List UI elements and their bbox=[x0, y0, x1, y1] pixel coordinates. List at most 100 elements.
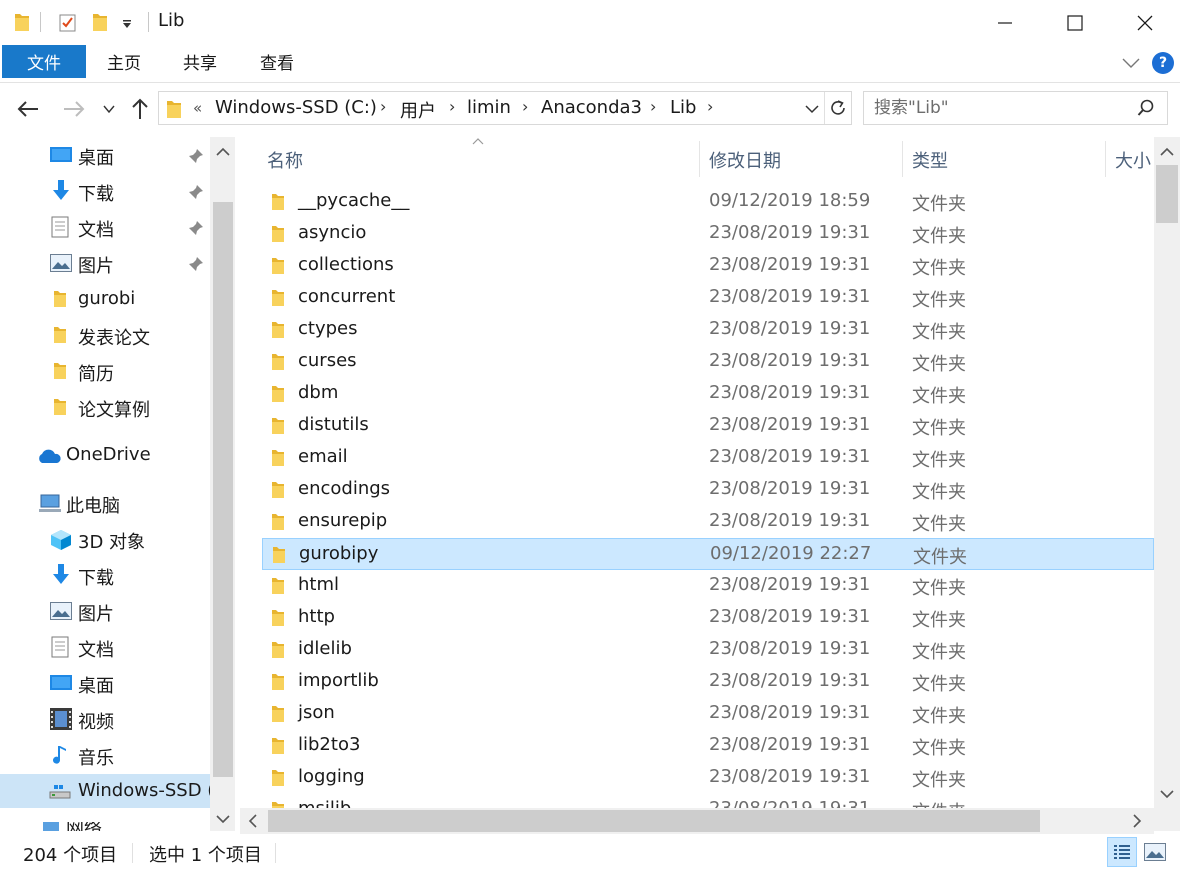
table-row[interactable]: http 23/08/2019 19:31 文件夹 bbox=[262, 602, 1154, 634]
breadcrumb-chevron-icon[interactable]: › bbox=[650, 97, 656, 116]
breadcrumb-users[interactable]: 用户 bbox=[400, 97, 436, 123]
tab-home[interactable]: 主页 bbox=[96, 45, 152, 78]
table-row[interactable]: ctypes 23/08/2019 19:31 文件夹 bbox=[262, 314, 1154, 346]
table-row[interactable]: email 23/08/2019 19:31 文件夹 bbox=[262, 442, 1154, 474]
scroll-down-icon[interactable] bbox=[1160, 789, 1174, 799]
nav-item-music[interactable]: 音乐 bbox=[0, 738, 210, 772]
breadcrumb-chevron-icon[interactable]: › bbox=[707, 97, 713, 116]
nav-item-desktop[interactable]: 桌面 bbox=[0, 138, 210, 172]
nav-item-gurobi[interactable]: gurobi bbox=[0, 282, 210, 316]
column-divider[interactable] bbox=[1105, 141, 1106, 177]
vertical-scroll-thumb[interactable] bbox=[1156, 165, 1178, 223]
column-header-date[interactable]: 修改日期 bbox=[709, 147, 781, 173]
tab-share[interactable]: 共享 bbox=[172, 45, 228, 78]
column-divider[interactable] bbox=[902, 141, 903, 177]
nav-item-3d-objects[interactable]: 3D 对象 bbox=[0, 522, 210, 556]
expand-ribbon-icon[interactable] bbox=[1122, 57, 1140, 69]
nav-scroll-thumb[interactable] bbox=[213, 202, 233, 777]
nav-item-papers[interactable]: 发表论文 bbox=[0, 318, 210, 352]
properties-icon[interactable] bbox=[58, 12, 78, 32]
table-row[interactable]: idlelib 23/08/2019 19:31 文件夹 bbox=[262, 634, 1154, 666]
nav-item-this-pc[interactable]: 此电脑 bbox=[0, 486, 210, 520]
search-input[interactable] bbox=[874, 96, 1124, 120]
file-date: 23/08/2019 19:31 bbox=[709, 510, 871, 531]
new-folder-icon[interactable] bbox=[92, 12, 108, 32]
file-list-horizontal-scrollbar[interactable] bbox=[240, 808, 1154, 834]
column-header-name[interactable]: 名称 bbox=[267, 147, 303, 173]
address-history-icon[interactable] bbox=[805, 104, 819, 114]
forward-icon[interactable] bbox=[62, 99, 86, 119]
nav-item-videos[interactable]: 视频 bbox=[0, 702, 210, 736]
nav-item-resume[interactable]: 简历 bbox=[0, 354, 210, 388]
nav-scrollbar[interactable] bbox=[210, 137, 235, 831]
close-button[interactable] bbox=[1110, 0, 1180, 45]
nav-item-downloads[interactable]: 下载 bbox=[0, 174, 210, 208]
search-icon[interactable] bbox=[1137, 99, 1155, 117]
nav-item-pc-pictures[interactable]: 图片 bbox=[0, 594, 210, 628]
table-row[interactable]: distutils 23/08/2019 19:31 文件夹 bbox=[262, 410, 1154, 442]
table-row[interactable]: collections 23/08/2019 19:31 文件夹 bbox=[262, 250, 1154, 282]
address-bar[interactable]: « Windows-SSD (C:) › 用户 › limin › Anacon… bbox=[158, 91, 852, 125]
breadcrumb-anaconda3[interactable]: Anaconda3 bbox=[541, 97, 642, 118]
folder-icon[interactable] bbox=[14, 12, 30, 32]
ribbon: 文件 主页 共享 查看 ? bbox=[0, 45, 1180, 83]
breadcrumb-limin[interactable]: limin bbox=[467, 97, 511, 118]
recent-locations-icon[interactable] bbox=[103, 104, 115, 114]
refresh-icon[interactable] bbox=[829, 99, 847, 117]
table-row[interactable]: concurrent 23/08/2019 19:31 文件夹 bbox=[262, 282, 1154, 314]
table-row[interactable]: asyncio 23/08/2019 19:31 文件夹 bbox=[262, 218, 1154, 250]
breadcrumb-chevron-icon[interactable]: › bbox=[522, 97, 528, 116]
large-icons-view-button[interactable] bbox=[1140, 837, 1170, 867]
back-icon[interactable] bbox=[16, 99, 40, 119]
table-row[interactable]: curses 23/08/2019 19:31 文件夹 bbox=[262, 346, 1154, 378]
tab-file[interactable]: 文件 bbox=[2, 45, 86, 78]
table-row[interactable]: gurobipy 09/12/2019 22:27 文件夹 bbox=[262, 538, 1154, 570]
table-row[interactable]: ensurepip 23/08/2019 19:31 文件夹 bbox=[262, 506, 1154, 538]
pin-icon[interactable] bbox=[188, 220, 204, 236]
file-list-vertical-scrollbar[interactable] bbox=[1154, 137, 1180, 831]
help-button[interactable]: ? bbox=[1152, 52, 1174, 74]
nav-item-pc-downloads[interactable]: 下载 bbox=[0, 558, 210, 592]
minimize-button[interactable] bbox=[970, 0, 1040, 45]
maximize-button[interactable] bbox=[1040, 0, 1110, 45]
breadcrumb-drive[interactable]: Windows-SSD (C:) bbox=[215, 97, 377, 118]
scroll-up-icon[interactable] bbox=[1160, 147, 1174, 157]
pin-icon[interactable] bbox=[188, 184, 204, 200]
tab-view[interactable]: 查看 bbox=[249, 45, 305, 78]
scroll-left-icon[interactable] bbox=[248, 814, 258, 828]
breadcrumb-chevron-icon[interactable]: › bbox=[449, 97, 455, 116]
column-divider[interactable] bbox=[699, 141, 700, 177]
nav-item-documents[interactable]: 文档 bbox=[0, 210, 210, 244]
customize-toolbar-icon[interactable] bbox=[121, 19, 133, 29]
horizontal-scroll-thumb[interactable] bbox=[268, 810, 1040, 832]
search-box[interactable] bbox=[863, 91, 1168, 125]
table-row[interactable]: lib2to3 23/08/2019 19:31 文件夹 bbox=[262, 730, 1154, 762]
up-icon[interactable] bbox=[130, 97, 150, 121]
nav-item-examples[interactable]: 论文算例 bbox=[0, 390, 210, 424]
breadcrumb-lib[interactable]: Lib bbox=[670, 97, 696, 118]
table-row[interactable]: __pycache__ 09/12/2019 18:59 文件夹 bbox=[262, 186, 1154, 218]
nav-item-network[interactable]: 网络 bbox=[0, 822, 210, 831]
nav-item-pc-documents[interactable]: 文档 bbox=[0, 630, 210, 664]
column-header-size[interactable]: 大小 bbox=[1115, 147, 1151, 173]
nav-item-windows-ssd[interactable]: Windows-SSD ( bbox=[0, 774, 214, 808]
table-row[interactable]: encodings 23/08/2019 19:31 文件夹 bbox=[262, 474, 1154, 506]
scroll-right-icon[interactable] bbox=[1132, 814, 1142, 828]
table-row[interactable]: html 23/08/2019 19:31 文件夹 bbox=[262, 570, 1154, 602]
nav-item-pictures[interactable]: 图片 bbox=[0, 246, 210, 280]
breadcrumb-overflow[interactable]: « bbox=[193, 99, 202, 117]
scroll-up-icon[interactable] bbox=[216, 147, 230, 157]
table-row[interactable]: logging 23/08/2019 19:31 文件夹 bbox=[262, 762, 1154, 794]
file-name: json bbox=[298, 702, 335, 723]
nav-item-onedrive[interactable]: OneDrive bbox=[0, 438, 210, 472]
scroll-down-icon[interactable] bbox=[216, 814, 230, 824]
table-row[interactable]: importlib 23/08/2019 19:31 文件夹 bbox=[262, 666, 1154, 698]
details-view-button[interactable] bbox=[1107, 837, 1137, 867]
pin-icon[interactable] bbox=[188, 256, 204, 272]
pin-icon[interactable] bbox=[188, 148, 204, 164]
nav-item-pc-desktop[interactable]: 桌面 bbox=[0, 666, 210, 700]
table-row[interactable]: dbm 23/08/2019 19:31 文件夹 bbox=[262, 378, 1154, 410]
column-header-type[interactable]: 类型 bbox=[912, 147, 948, 173]
table-row[interactable]: json 23/08/2019 19:31 文件夹 bbox=[262, 698, 1154, 730]
breadcrumb-chevron-icon[interactable]: › bbox=[380, 97, 386, 116]
